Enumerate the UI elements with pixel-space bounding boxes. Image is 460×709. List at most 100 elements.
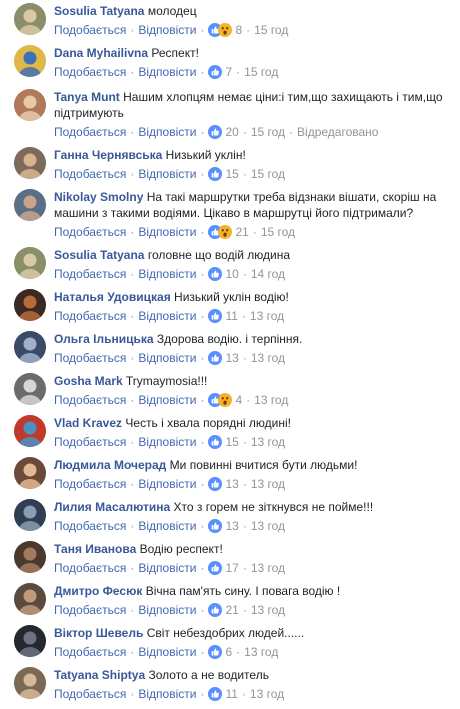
reaction-icons[interactable] — [208, 225, 233, 239]
reply-link[interactable]: Відповісти — [138, 393, 196, 407]
avatar[interactable] — [14, 45, 46, 77]
reaction-count[interactable]: 6 — [225, 645, 232, 659]
reaction-count[interactable]: 21 — [235, 225, 248, 239]
like-link[interactable]: Подобається — [54, 645, 126, 659]
reply-link[interactable]: Відповісти — [138, 125, 196, 139]
reaction-count[interactable]: 15 — [225, 435, 238, 449]
reply-link[interactable]: Відповісти — [138, 519, 196, 533]
like-link[interactable]: Подобається — [54, 477, 126, 491]
reaction-icons[interactable] — [208, 23, 233, 37]
like-link[interactable]: Подобається — [54, 225, 126, 239]
reply-link[interactable]: Відповісти — [138, 351, 196, 365]
avatar[interactable] — [14, 625, 46, 657]
comment-timestamp[interactable]: 13 год — [251, 477, 285, 491]
like-link[interactable]: Подобається — [54, 519, 126, 533]
comment-author[interactable]: Sosulia Tatyana — [54, 248, 144, 262]
reaction-count[interactable]: 11 — [225, 687, 237, 701]
comment-timestamp[interactable]: 13 год — [251, 519, 285, 533]
comment-author[interactable]: Ганна Чернявська — [54, 148, 162, 162]
avatar[interactable] — [14, 373, 46, 405]
reply-link[interactable]: Відповісти — [138, 687, 196, 701]
comment-timestamp[interactable]: 13 год — [251, 603, 285, 617]
comment-timestamp[interactable]: 13 год — [250, 687, 284, 701]
comment-author[interactable]: Tanya Munt — [54, 90, 120, 104]
comment-author[interactable]: Лилия Масалютина — [54, 500, 170, 514]
avatar[interactable] — [14, 89, 46, 121]
reaction-icons[interactable] — [208, 477, 223, 491]
reaction-count[interactable]: 7 — [225, 65, 232, 79]
reaction-icons[interactable] — [208, 603, 223, 617]
comment-author[interactable]: Gosha Mark — [54, 374, 123, 388]
reaction-count[interactable]: 11 — [225, 309, 237, 323]
comment-timestamp[interactable]: 13 год — [251, 435, 285, 449]
comment-timestamp[interactable]: 13 год — [254, 393, 288, 407]
reaction-icons[interactable] — [208, 267, 223, 281]
like-link[interactable]: Подобається — [54, 309, 126, 323]
like-link[interactable]: Подобається — [54, 167, 126, 181]
like-link[interactable]: Подобається — [54, 351, 126, 365]
avatar[interactable] — [14, 583, 46, 615]
comment-author[interactable]: Nikolay Smolny — [54, 190, 143, 204]
reaction-icons[interactable] — [208, 125, 223, 139]
reply-link[interactable]: Відповісти — [138, 645, 196, 659]
comment-timestamp[interactable]: 13 год — [251, 561, 285, 575]
comment-author[interactable]: Ольга Ільницька — [54, 332, 154, 346]
reaction-icons[interactable] — [208, 393, 233, 407]
reaction-icons[interactable] — [208, 519, 223, 533]
reaction-count[interactable]: 17 — [225, 561, 238, 575]
reaction-count[interactable]: 13 — [225, 477, 238, 491]
reply-link[interactable]: Відповісти — [138, 65, 196, 79]
reaction-count[interactable]: 10 — [225, 267, 238, 281]
reply-link[interactable]: Відповісти — [138, 23, 196, 37]
like-link[interactable]: Подобається — [54, 435, 126, 449]
reaction-count[interactable]: 21 — [225, 603, 238, 617]
reaction-count[interactable]: 13 — [225, 519, 238, 533]
reaction-icons[interactable] — [208, 687, 223, 701]
comment-author[interactable]: Наталья Удовицкая — [54, 290, 171, 304]
comment-timestamp[interactable]: 13 год — [251, 351, 285, 365]
comment-author[interactable]: Dana Myhailivna — [54, 46, 148, 60]
reply-link[interactable]: Відповісти — [138, 309, 196, 323]
reaction-icons[interactable] — [208, 309, 223, 323]
comment-timestamp[interactable]: 15 год — [244, 65, 278, 79]
comment-author[interactable]: Sosulia Tatyana — [54, 4, 144, 18]
comment-timestamp[interactable]: 13 год — [250, 309, 284, 323]
avatar[interactable] — [14, 331, 46, 363]
avatar[interactable] — [14, 189, 46, 221]
comment-timestamp[interactable]: 15 год — [261, 225, 295, 239]
like-link[interactable]: Подобається — [54, 687, 126, 701]
avatar[interactable] — [14, 457, 46, 489]
avatar[interactable] — [14, 415, 46, 447]
comment-author[interactable]: Таня Иванова — [54, 542, 136, 556]
avatar[interactable] — [14, 499, 46, 531]
reaction-count[interactable]: 8 — [235, 23, 242, 37]
like-link[interactable]: Подобається — [54, 23, 126, 37]
comment-timestamp[interactable]: 15 год — [254, 23, 288, 37]
reaction-icons[interactable] — [208, 435, 223, 449]
avatar[interactable] — [14, 147, 46, 179]
comment-author[interactable]: Людмила Мочерад — [54, 458, 166, 472]
reaction-count[interactable]: 13 — [225, 351, 238, 365]
comment-timestamp[interactable]: 15 год — [251, 125, 285, 139]
reply-link[interactable]: Відповісти — [138, 435, 196, 449]
reaction-icons[interactable] — [208, 65, 223, 79]
like-link[interactable]: Подобається — [54, 65, 126, 79]
avatar[interactable] — [14, 667, 46, 699]
reply-link[interactable]: Відповісти — [138, 167, 196, 181]
avatar[interactable] — [14, 541, 46, 573]
reply-link[interactable]: Відповісти — [138, 267, 196, 281]
edited-label[interactable]: Відредаговано — [297, 125, 378, 139]
like-link[interactable]: Подобається — [54, 125, 126, 139]
reply-link[interactable]: Відповісти — [138, 225, 196, 239]
comment-author[interactable]: Vlad Kravez — [54, 416, 122, 430]
reaction-count[interactable]: 4 — [235, 393, 242, 407]
comment-timestamp[interactable]: 13 год — [244, 645, 278, 659]
reply-link[interactable]: Відповісти — [138, 603, 196, 617]
reply-link[interactable]: Відповісти — [138, 561, 196, 575]
comment-timestamp[interactable]: 15 год — [251, 167, 285, 181]
reply-link[interactable]: Відповісти — [138, 477, 196, 491]
reaction-icons[interactable] — [208, 561, 223, 575]
like-link[interactable]: Подобається — [54, 267, 126, 281]
avatar[interactable] — [14, 3, 46, 35]
avatar[interactable] — [14, 247, 46, 279]
